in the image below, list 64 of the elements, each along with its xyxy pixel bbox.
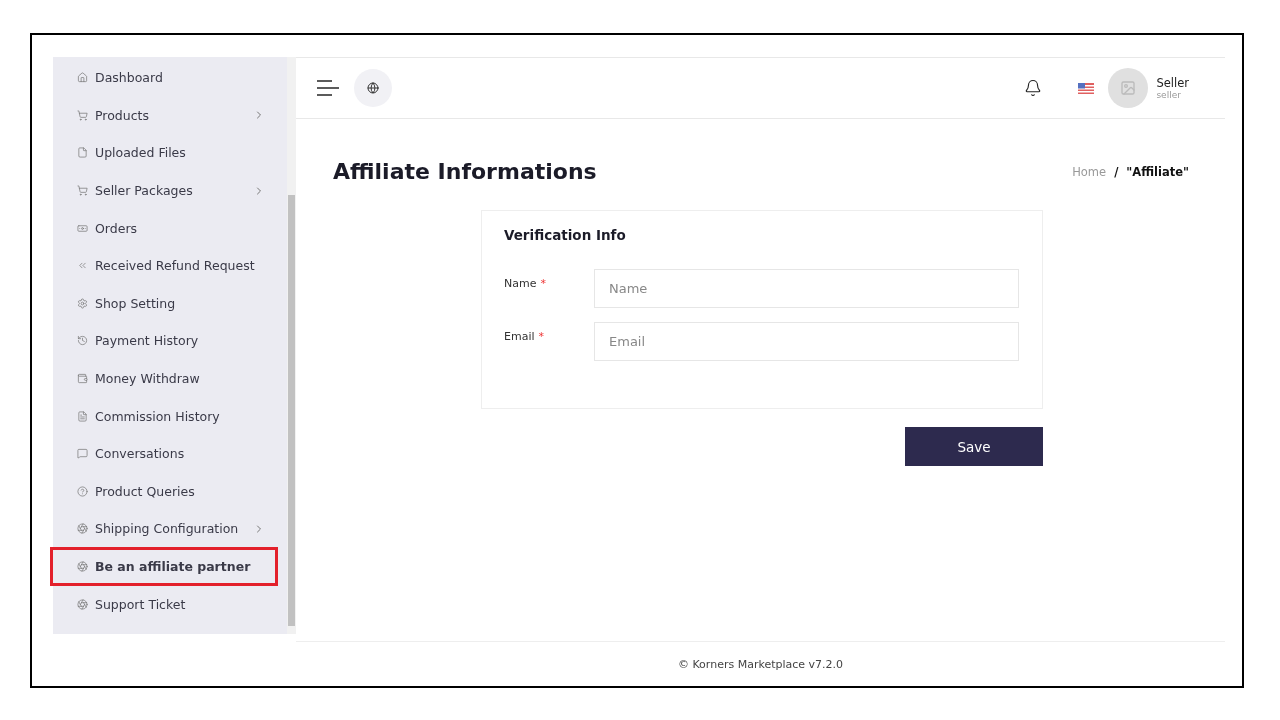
menu-item-icon [77,561,88,572]
card-title: Verification Info [504,227,627,243]
sidebar-item-label: Product Queries [95,483,196,499]
sidebar-item[interactable]: Be an affiliate partner [51,547,277,586]
menu-item-icon [77,185,88,197]
sidebar-item-label: Seller Packages [95,183,194,199]
menu-item-icon [77,410,88,422]
sidebar-item[interactable]: Shop Setting [53,284,287,323]
sidebar-item-label: Payment History [95,333,200,349]
user-role: seller [1156,90,1182,100]
menu-item-icon [77,109,88,121]
flag-icon[interactable] [1078,82,1095,94]
sidebar-item-label: Shipping Configuration [95,521,240,537]
sidebar-item-label: Be an affiliate partner [95,559,252,574]
sidebar-item[interactable]: Received Refund Request [53,246,287,285]
sidebar-item-label: Money Withdraw [95,371,201,387]
field-label: Email [504,330,535,343]
sidebar-item-label: Orders [95,220,139,236]
input-field[interactable]: Email [594,322,1019,361]
footer-text: © Korners Marketplace v7.2.0 [677,657,844,671]
sidebar-item[interactable]: Shipping Configuration [53,510,287,548]
globe-button[interactable] [354,69,392,107]
user-name: Seller [1156,76,1189,90]
image-icon [1120,80,1137,96]
menu-item-icon [77,485,88,497]
sidebar-item-label: Products [95,107,150,123]
sidebar-item[interactable]: Orders [53,209,287,247]
sidebar-item-label: Shop Setting [95,295,177,311]
bell-icon[interactable] [1024,79,1043,97]
required-mark: * [538,330,545,343]
breadcrumb-link[interactable]: "Affiliate" [1126,164,1189,179]
menu-item-icon [77,222,88,234]
sidebar-item[interactable]: Seller Packages [53,171,287,210]
required-mark: * [540,277,546,290]
sidebar-item-label: Dashboard [95,70,164,86]
sidebar-item[interactable]: Payment History [53,322,287,360]
menu-item-icon [77,523,88,535]
menu-item-icon [77,598,88,610]
menu-icon[interactable] [316,79,340,97]
page-title: Affiliate Informations [333,159,597,184]
sidebar-item[interactable]: Products [53,96,287,135]
sidebar-item[interactable]: Conversations [53,434,287,473]
globe-icon [367,82,379,94]
save-button[interactable]: Save [905,427,1043,466]
sidebar-item[interactable]: Money Withdraw [53,359,287,398]
sidebar-item[interactable]: Uploaded Files [53,134,287,172]
menu-item-icon [77,335,88,347]
sidebar-item[interactable]: Support Ticket [53,585,287,623]
sidebar-item-label: Conversations [95,446,186,462]
breadcrumb-separator: / [1114,164,1119,179]
sidebar-item[interactable]: Product Queries [53,472,287,511]
sidebar-item-label: Commission History [95,408,221,424]
menu-item-icon [77,72,88,84]
input-field[interactable]: Name [594,269,1019,308]
menu-item-icon [77,448,88,460]
sidebar-item-label: Received Refund Request [95,258,256,274]
menu-item-icon [77,373,88,385]
field-label: Name [504,277,537,290]
sidebar-item-label: Support Ticket [95,596,187,612]
sidebar-item-label: Uploaded Files [95,145,187,161]
sidebar-item[interactable]: Commission History [53,397,287,435]
menu-item-icon [77,297,88,309]
menu-item-icon [77,147,88,159]
sidebar-item[interactable]: Dashboard [53,59,287,97]
